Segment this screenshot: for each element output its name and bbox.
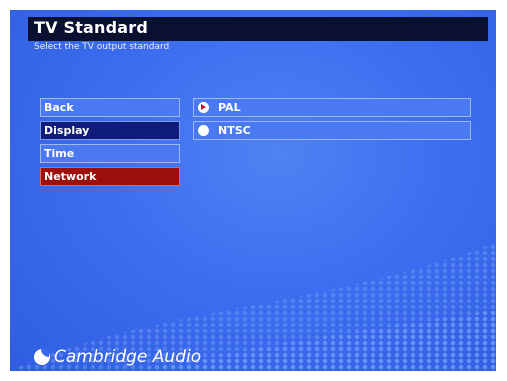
page-title: TV Standard [34, 18, 149, 37]
tv-standard-options: PAL NTSC [193, 98, 471, 144]
option-pal[interactable]: PAL [193, 98, 471, 117]
brand-logo: Cambridge Audio [34, 346, 201, 368]
menu-item-back[interactable]: Back [40, 98, 180, 117]
decorative-dotted-wave [10, 242, 496, 371]
radio-selected-icon[interactable] [198, 102, 209, 113]
menu-item-display[interactable]: Display [40, 121, 180, 140]
play-arrow-icon [201, 104, 206, 110]
title-bar: TV Standard [28, 17, 488, 41]
cambridge-audio-logo-icon [34, 348, 50, 365]
radio-unselected-icon[interactable] [198, 125, 209, 136]
tv-screen: TV Standard Select the TV output standar… [10, 10, 496, 371]
option-label: NTSC [218, 124, 251, 137]
brand-name: Cambridge Audio [54, 347, 202, 367]
menu-item-label: Display [44, 124, 90, 137]
settings-menu: Back Display Time Network [40, 98, 180, 190]
option-label: PAL [218, 101, 241, 114]
menu-item-network[interactable]: Network [40, 167, 180, 186]
menu-item-time[interactable]: Time [40, 144, 180, 163]
menu-item-label: Back [44, 101, 74, 114]
menu-item-label: Network [44, 170, 97, 183]
menu-item-label: Time [44, 147, 75, 160]
page-subtitle: Select the TV output standard [34, 42, 170, 52]
option-ntsc[interactable]: NTSC [193, 121, 471, 140]
